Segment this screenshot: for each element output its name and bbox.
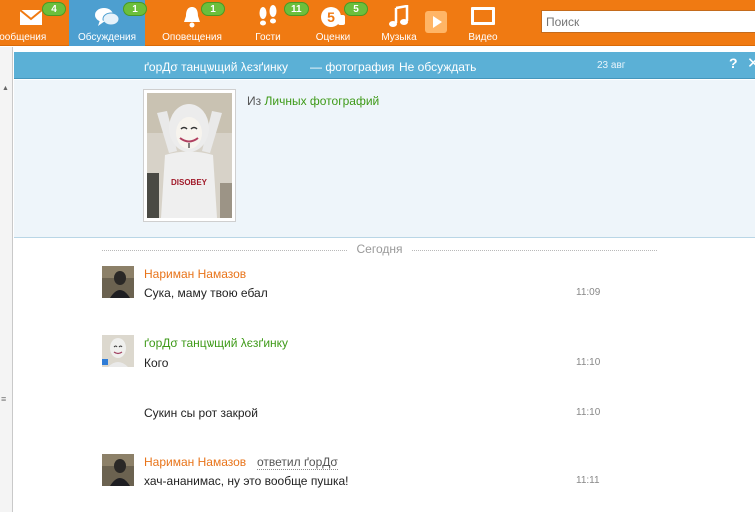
close-icon[interactable]: ✕ xyxy=(747,54,755,72)
nav-messages-label: Сообщения xyxy=(0,32,47,43)
discussion-bubbles-icon xyxy=(95,8,120,26)
discussed-photo[interactable]: DISOBEY xyxy=(143,89,236,222)
nav-notifications[interactable]: 1 Оповещения xyxy=(157,0,227,46)
message-author[interactable]: Нариман Намазов xyxy=(144,455,246,469)
topic-date: 23 авг xyxy=(597,60,626,71)
message-time: 11:10 xyxy=(576,357,601,368)
nav-discussions-label: Обсуждения xyxy=(77,32,137,43)
nav-discussions[interactable]: 1 Обсуждения xyxy=(69,0,147,46)
message-time: 11:11 xyxy=(576,475,600,486)
message-author[interactable]: Нариман Намазов xyxy=(144,267,246,281)
nav-ratings-label: Оценки xyxy=(315,32,351,43)
nav-music-label: Музыка xyxy=(381,32,417,43)
photo-source-line: Из Личных фотографий xyxy=(247,94,379,108)
music-note-icon xyxy=(389,5,409,27)
date-divider: Сегодня xyxy=(102,242,657,256)
top-toolbar: 4 Сообщения 1 Обсуждения 1 Оповещения 11… xyxy=(0,0,755,46)
play-button[interactable] xyxy=(423,0,449,46)
message-text: Кого xyxy=(144,356,169,370)
nav-video[interactable]: Видео xyxy=(462,0,504,46)
tv-screen-icon xyxy=(471,7,495,25)
reply-to-link[interactable]: ответил ґорДσ xyxy=(257,455,338,470)
topic-header-bar: ґорДσ танцѡщий λєзґинку — фотография Не … xyxy=(14,52,755,79)
scroll-up-arrow-icon[interactable]: ▲ xyxy=(2,85,9,92)
unfollow-discussion-link[interactable]: Не обсуждать xyxy=(399,60,476,74)
message-text: Сука, маму твою ебал xyxy=(144,286,268,300)
nav-messages[interactable]: 4 Сообщения xyxy=(0,0,66,46)
envelope-icon xyxy=(19,9,43,25)
message-time: 11:09 xyxy=(576,287,601,298)
guests-badge: 11 xyxy=(284,2,309,16)
nav-notifications-label: Оповещения xyxy=(162,32,222,43)
messages-badge: 4 xyxy=(42,2,66,16)
nav-ratings[interactable]: 5 5 Оценки xyxy=(310,0,368,46)
search-input[interactable] xyxy=(541,10,755,33)
topic-author-link[interactable]: ґорДσ танцѡщий λєзґинку xyxy=(144,60,288,74)
hooded-figure-photo: DISOBEY xyxy=(147,93,232,218)
nav-guests[interactable]: 11 Гости xyxy=(245,0,309,46)
message-text: Сукин сы рот закрой xyxy=(144,406,258,420)
resize-grip-icon[interactable]: ≡ xyxy=(1,395,6,404)
online-status-icon xyxy=(102,359,108,365)
message-time: 11:10 xyxy=(576,407,601,418)
nav-music[interactable]: Музыка xyxy=(378,0,420,46)
personal-photos-album-link[interactable]: Личных фотографий xyxy=(264,94,379,108)
avatar[interactable] xyxy=(102,454,134,486)
play-icon xyxy=(425,11,447,33)
photo-source-prefix: Из xyxy=(247,94,262,108)
rating-five-icon: 5 xyxy=(321,7,345,27)
date-divider-label: Сегодня xyxy=(351,242,408,256)
nav-video-label: Видео xyxy=(468,32,498,43)
svg-text:DISOBEY: DISOBEY xyxy=(171,178,208,187)
topic-type-label: — фотография xyxy=(310,60,395,74)
photo-panel: DISOBEY Из Личных фотографий xyxy=(14,80,755,238)
footprints-icon xyxy=(259,5,277,26)
ratings-badge: 5 xyxy=(344,2,368,16)
nav-guests-label: Гости xyxy=(255,32,281,43)
notifications-badge: 1 xyxy=(201,2,225,16)
discussions-badge: 1 xyxy=(123,2,147,16)
left-scroll-gutter[interactable]: ▲ ≡ xyxy=(0,47,13,512)
help-icon[interactable]: ? xyxy=(729,55,738,71)
message-author[interactable]: ґорДσ танцѡщий λєзґинку xyxy=(144,336,288,350)
avatar[interactable] xyxy=(102,266,134,298)
svg-text:5: 5 xyxy=(327,9,335,25)
message-text: хач-ананимас, ну это вообще пушка! xyxy=(144,474,349,488)
